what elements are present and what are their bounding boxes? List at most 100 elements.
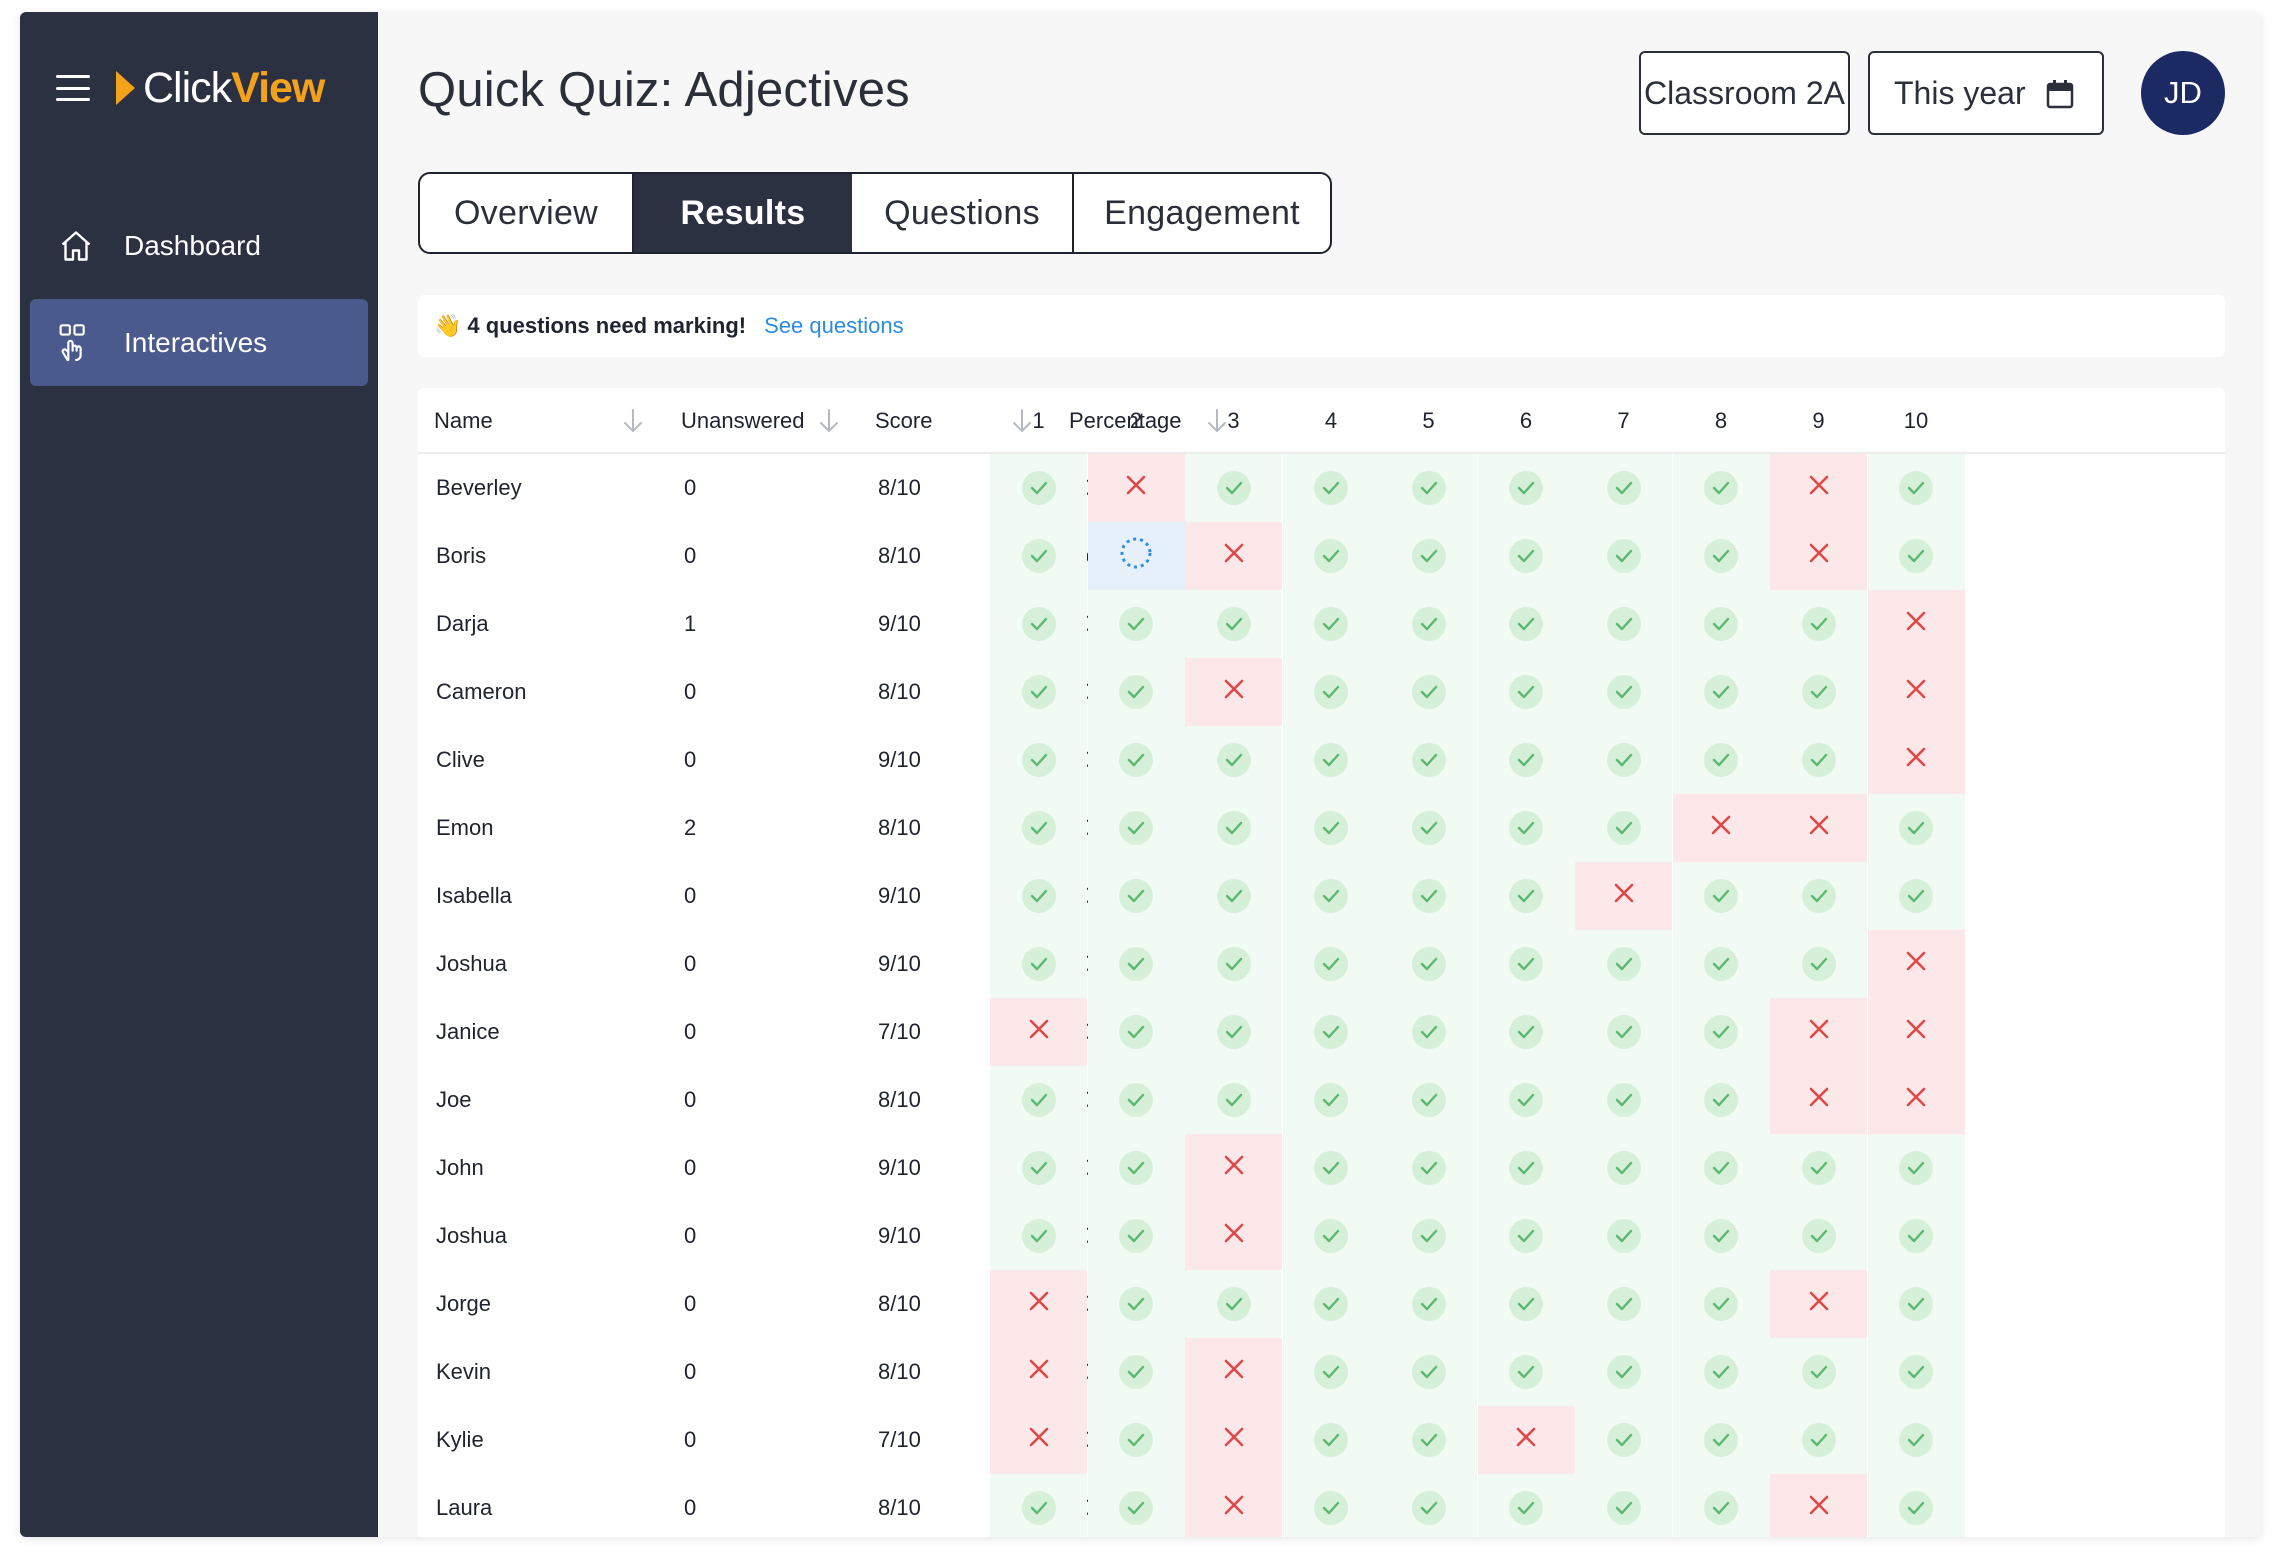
answer-cell-q4[interactable] (1282, 998, 1380, 1066)
answer-cell-q8[interactable] (1672, 658, 1770, 726)
answer-cell-q1[interactable] (990, 726, 1087, 794)
table-row[interactable]: Isabella09/1090% (418, 862, 2225, 930)
answer-cell-q2[interactable] (1087, 1406, 1185, 1474)
answer-cell-q3[interactable] (1185, 1270, 1282, 1338)
answer-cell-q9[interactable] (1770, 930, 1867, 998)
answer-cell-q10[interactable] (1867, 1066, 1965, 1134)
table-row[interactable]: Janice07/1070% (418, 998, 2225, 1066)
answer-cell-q1[interactable] (990, 1338, 1087, 1406)
answer-cell-q8[interactable] (1672, 1406, 1770, 1474)
answer-cell-q8[interactable] (1672, 1066, 1770, 1134)
answer-cell-q1[interactable] (990, 930, 1087, 998)
answer-cell-q9[interactable] (1770, 522, 1867, 590)
answer-cell-q6[interactable] (1477, 1338, 1575, 1406)
answer-cell-q9[interactable] (1770, 1066, 1867, 1134)
answer-cell-q6[interactable] (1477, 1202, 1575, 1270)
answer-cell-q8[interactable] (1672, 726, 1770, 794)
column-header-question[interactable]: 10 (1868, 388, 1965, 454)
answer-cell-q2[interactable] (1087, 1134, 1185, 1202)
answer-cell-q6[interactable] (1477, 1066, 1575, 1134)
answer-cell-q2[interactable] (1087, 862, 1185, 930)
column-header-question[interactable]: 7 (1575, 388, 1672, 454)
answer-cell-q4[interactable] (1282, 522, 1380, 590)
answer-cell-q4[interactable] (1282, 794, 1380, 862)
answer-cell-q3[interactable] (1185, 1338, 1282, 1406)
answer-cell-q8[interactable] (1672, 1202, 1770, 1270)
answer-cell-q7[interactable] (1575, 726, 1672, 794)
answer-cell-q1[interactable] (990, 862, 1087, 930)
answer-cell-q8[interactable] (1672, 1134, 1770, 1202)
answer-cell-q9[interactable] (1770, 998, 1867, 1066)
answer-cell-q7[interactable] (1575, 1474, 1672, 1537)
answer-cell-q1[interactable] (990, 998, 1087, 1066)
column-header-question[interactable]: 4 (1283, 388, 1380, 454)
answer-cell-q5[interactable] (1380, 1270, 1477, 1338)
answer-cell-q9[interactable] (1770, 726, 1867, 794)
table-row[interactable]: Laura08/1080% (418, 1474, 2225, 1537)
answer-cell-q9[interactable] (1770, 1270, 1867, 1338)
answer-cell-q8[interactable] (1672, 590, 1770, 658)
answer-cell-q5[interactable] (1380, 1406, 1477, 1474)
answer-cell-q6[interactable] (1477, 1270, 1575, 1338)
tab-engagement[interactable]: Engagement (1074, 174, 1330, 252)
answer-cell-q1[interactable] (990, 590, 1087, 658)
answer-cell-q3[interactable] (1185, 998, 1282, 1066)
answer-cell-q3[interactable] (1185, 454, 1282, 522)
tab-results[interactable]: Results (634, 174, 852, 252)
answer-cell-q5[interactable] (1380, 930, 1477, 998)
answer-cell-q8[interactable] (1672, 522, 1770, 590)
answer-cell-q6[interactable] (1477, 862, 1575, 930)
answer-cell-q6[interactable] (1477, 998, 1575, 1066)
answer-cell-q9[interactable] (1770, 1134, 1867, 1202)
answer-cell-q4[interactable] (1282, 1270, 1380, 1338)
table-row[interactable]: Cameron08/1080% (418, 658, 2225, 726)
answer-cell-q7[interactable] (1575, 658, 1672, 726)
table-row[interactable]: Beverley08/1080% (418, 454, 2225, 522)
tab-questions[interactable]: Questions (852, 174, 1074, 252)
answer-cell-q3[interactable] (1185, 522, 1282, 590)
answer-cell-q3[interactable] (1185, 862, 1282, 930)
answer-cell-q4[interactable] (1282, 862, 1380, 930)
table-row[interactable]: Joshua09/1090% (418, 1202, 2225, 1270)
answer-cell-q4[interactable] (1282, 1474, 1380, 1537)
answer-cell-q2[interactable] (1087, 1270, 1185, 1338)
answer-cell-q3[interactable] (1185, 794, 1282, 862)
answer-cell-q7[interactable] (1575, 1406, 1672, 1474)
answer-cell-q1[interactable] (990, 1202, 1087, 1270)
column-header-question[interactable]: 8 (1673, 388, 1770, 454)
answer-cell-q3[interactable] (1185, 930, 1282, 998)
column-header-question[interactable]: 3 (1185, 388, 1282, 454)
answer-cell-q6[interactable] (1477, 658, 1575, 726)
menu-icon[interactable] (56, 75, 90, 101)
answer-cell-q8[interactable] (1672, 1270, 1770, 1338)
answer-cell-q5[interactable] (1380, 998, 1477, 1066)
answer-cell-q4[interactable] (1282, 1406, 1380, 1474)
answer-cell-q7[interactable] (1575, 1338, 1672, 1406)
column-header-question[interactable]: 5 (1380, 388, 1477, 454)
answer-cell-q7[interactable] (1575, 862, 1672, 930)
answer-cell-q9[interactable] (1770, 590, 1867, 658)
answer-cell-q10[interactable] (1867, 1406, 1965, 1474)
answer-cell-q10[interactable] (1867, 998, 1965, 1066)
answer-cell-q4[interactable] (1282, 726, 1380, 794)
table-row[interactable]: John09/1090% (418, 1134, 2225, 1202)
answer-cell-q2[interactable] (1087, 726, 1185, 794)
answer-cell-q2[interactable] (1087, 930, 1185, 998)
answer-cell-q3[interactable] (1185, 658, 1282, 726)
answer-cell-q6[interactable] (1477, 726, 1575, 794)
answer-cell-q6[interactable] (1477, 930, 1575, 998)
answer-cell-q7[interactable] (1575, 794, 1672, 862)
answer-cell-q10[interactable] (1867, 930, 1965, 998)
answer-cell-q1[interactable] (990, 1066, 1087, 1134)
answer-cell-q1[interactable] (990, 1406, 1087, 1474)
answer-cell-q6[interactable] (1477, 1134, 1575, 1202)
answer-cell-q5[interactable] (1380, 1202, 1477, 1270)
answer-cell-q4[interactable] (1282, 930, 1380, 998)
answer-cell-q10[interactable] (1867, 1270, 1965, 1338)
answer-cell-q3[interactable] (1185, 1406, 1282, 1474)
column-header-question[interactable]: 1 (990, 388, 1087, 454)
table-row[interactable]: Darja19/1090% (418, 590, 2225, 658)
answer-cell-q7[interactable] (1575, 1134, 1672, 1202)
sidebar-item-dashboard[interactable]: Dashboard (30, 202, 368, 289)
answer-cell-q3[interactable] (1185, 1066, 1282, 1134)
